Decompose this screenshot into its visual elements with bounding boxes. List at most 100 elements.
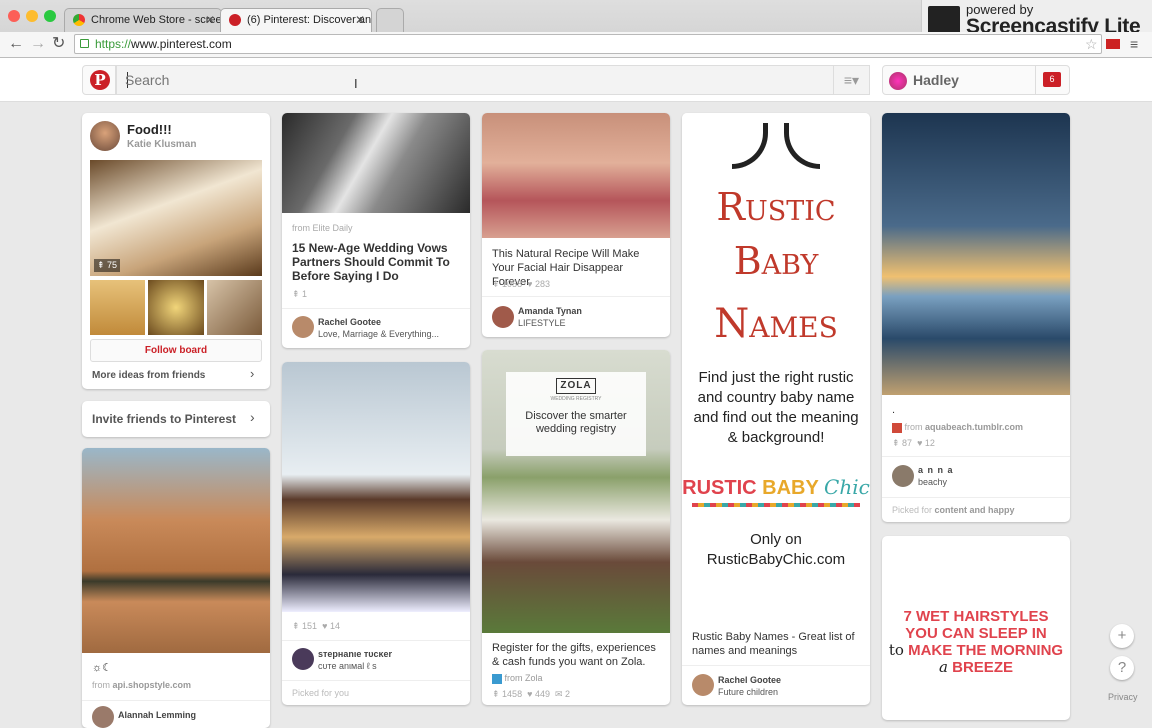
avatar xyxy=(292,648,314,670)
pinner-name[interactable]: Amanda Tynan xyxy=(518,306,582,316)
board-name[interactable]: Future children xyxy=(718,687,778,697)
pin-description: . xyxy=(892,404,896,416)
pin-source[interactable]: from aquabeach.tumblr.com xyxy=(892,422,1023,433)
search-box[interactable]: ≡▾ xyxy=(116,65,870,95)
board-owner[interactable]: Katie Klusman xyxy=(127,139,196,150)
pin-image[interactable] xyxy=(82,448,270,653)
comment-count: 2 xyxy=(565,689,571,699)
lock-icon xyxy=(80,39,89,48)
extension-icon[interactable] xyxy=(1106,39,1120,49)
rustic-body-text: Find just the right rustic and country b… xyxy=(693,369,859,446)
pin-card-dog[interactable]: ⇞ 151 ♥ 14 sтepнanιe тυcĸer cυтe anιмal … xyxy=(282,362,470,705)
like-count: 12 xyxy=(924,438,935,448)
more-ideas-link[interactable]: More ideas from friends xyxy=(92,370,205,381)
pinterest-logo-button[interactable]: P xyxy=(82,65,116,95)
brand-word: BABY xyxy=(762,477,819,499)
reload-icon[interactable]: ↻ xyxy=(52,34,65,54)
avatar xyxy=(492,306,514,328)
board-thumb[interactable] xyxy=(207,280,262,335)
pinner-name[interactable]: sтepнanιe тυcĸer xyxy=(318,649,392,659)
pin-source[interactable]: from Zola xyxy=(492,673,543,684)
pinner-name[interactable]: Rachel Gootee xyxy=(318,317,381,327)
pin-card-beach[interactable]: . from aquabeach.tumblr.com ⇞ 87 ♥ 12 a … xyxy=(882,113,1070,522)
pin-card-bikini[interactable]: ☼☾ from api.shopstyle.com Alannah Lemmin… xyxy=(82,448,270,728)
repin-count: 87 xyxy=(902,438,913,448)
close-window-button[interactable] xyxy=(8,10,20,22)
maximize-window-button[interactable] xyxy=(44,10,56,22)
address-bar[interactable]: https://www.pinterest.com xyxy=(74,34,1102,54)
minimize-window-button[interactable] xyxy=(26,10,38,22)
pin-description[interactable]: Rustic Baby Names - Great list of names … xyxy=(692,630,862,658)
search-input[interactable] xyxy=(125,70,825,90)
pin-card-zola[interactable]: ZOLA WEDDING REGISTRY Discover the smart… xyxy=(482,350,670,705)
picked-topic[interactable]: content and happy xyxy=(935,505,1015,515)
close-tab-icon[interactable]: ✕ xyxy=(355,9,365,31)
source-domain: api.shopstyle.com xyxy=(112,680,192,690)
pinterest-favicon-icon xyxy=(229,14,241,26)
tab-label: (6) Pinterest: Discover and xyxy=(247,14,372,26)
new-tab-button[interactable] xyxy=(376,8,404,32)
repin-count: 1458 xyxy=(502,689,523,699)
pin-card-lip[interactable]: This Natural Recipe Will Make Your Facia… xyxy=(482,113,670,337)
board-name[interactable]: cυтe anιмal ℓ ѕ xyxy=(318,661,377,671)
antlers-icon xyxy=(726,119,826,181)
url-scheme: https:// xyxy=(95,37,132,51)
tab-pinterest[interactable]: (6) Pinterest: Discover and ✕ xyxy=(220,8,372,32)
pin-card-hair[interactable]: 7 WET HAIRSTYLES YOU CAN SLEEP IN to MAK… xyxy=(882,536,1070,720)
pin-image[interactable] xyxy=(282,362,470,612)
board-title[interactable]: Food!!! xyxy=(127,122,172,137)
zola-ad-text: Discover the smarter wedding registry xyxy=(525,410,627,435)
forward-arrow-icon[interactable]: → xyxy=(30,34,46,54)
pin-card-wedding[interactable]: from Elite Daily 15 New-Age Wedding Vows… xyxy=(282,113,470,348)
add-pin-button[interactable]: + xyxy=(1110,624,1134,648)
board-thumb[interactable] xyxy=(148,280,204,335)
pin-image[interactable]: ZOLA WEDDING REGISTRY Discover the smart… xyxy=(482,350,670,633)
source-prefix: from xyxy=(92,680,110,690)
board-cover-image[interactable]: ⇞ 75 xyxy=(90,160,262,276)
pin-image[interactable] xyxy=(882,113,1070,395)
pinner-name[interactable]: Alannah Lemming xyxy=(118,710,196,720)
chevron-right-icon: › xyxy=(250,366,255,381)
help-button[interactable]: ? xyxy=(1110,656,1134,680)
divider xyxy=(1035,66,1036,94)
headline-word: a xyxy=(939,658,948,676)
avatar xyxy=(92,706,114,728)
close-tab-icon[interactable]: ✕ xyxy=(205,9,215,31)
source-domain: aquabeach.tumblr.com xyxy=(925,422,1024,432)
chrome-menu-icon[interactable]: ≡ xyxy=(1130,34,1138,54)
pin-image[interactable]: Rustic Baby Names Find just the right ru… xyxy=(682,113,870,621)
pin-image[interactable] xyxy=(282,113,470,213)
like-count: 283 xyxy=(534,279,550,289)
board-thumb[interactable] xyxy=(90,280,145,335)
pin-stats: ⇞ 1058 ♥ 283 xyxy=(492,279,550,289)
notification-badge[interactable]: 6 xyxy=(1043,72,1061,87)
board-name[interactable]: beachy xyxy=(918,477,947,487)
search-filter-menu-icon[interactable]: ≡▾ xyxy=(833,66,869,94)
pin-description: ☼☾ xyxy=(92,662,112,674)
divider xyxy=(282,308,470,309)
site-text: RusticBabyChic.com xyxy=(706,551,846,568)
pinner-name[interactable]: Rachel Gootee xyxy=(718,675,781,685)
pin-card-rustic[interactable]: Rustic Baby Names Find just the right ru… xyxy=(682,113,870,705)
invite-card[interactable]: Invite friends to Pinterest › xyxy=(82,401,270,437)
only-on-text: Only on xyxy=(750,531,802,548)
back-arrow-icon[interactable]: ← xyxy=(8,34,24,54)
pin-description[interactable]: Register for the gifts, experiences & ca… xyxy=(492,641,664,669)
pin-image[interactable] xyxy=(482,113,670,238)
profile-button[interactable]: Hadley 6 xyxy=(882,65,1070,95)
privacy-link[interactable]: Privacy xyxy=(1108,692,1138,702)
follow-board-button[interactable]: Follow board xyxy=(90,339,262,362)
pin-description[interactable]: 15 New-Age Wedding Vows Partners Should … xyxy=(292,241,460,283)
pin-source[interactable]: from api.shopstyle.com xyxy=(92,680,191,690)
board-card[interactable]: Food!!! Katie Klusman ⇞ 75 Follow board … xyxy=(82,113,270,389)
pinner-name[interactable]: a n n a xyxy=(918,465,954,475)
pin-stats: ⇞ 1458 ♥ 449 ✉ 2 xyxy=(492,689,571,699)
divider xyxy=(282,680,470,681)
chevron-right-icon: › xyxy=(250,409,255,425)
bookmark-star-icon[interactable]: ☆ xyxy=(1085,34,1098,54)
pinterest-logo-icon: P xyxy=(90,70,110,90)
board-name[interactable]: LIFESTYLE xyxy=(518,318,566,328)
tab-chrome-web-store[interactable]: Chrome Web Store - scree ✕ xyxy=(64,8,222,32)
pin-source[interactable]: from Elite Daily xyxy=(292,223,353,233)
board-name[interactable]: Love, Marriage & Everything... xyxy=(318,329,439,339)
